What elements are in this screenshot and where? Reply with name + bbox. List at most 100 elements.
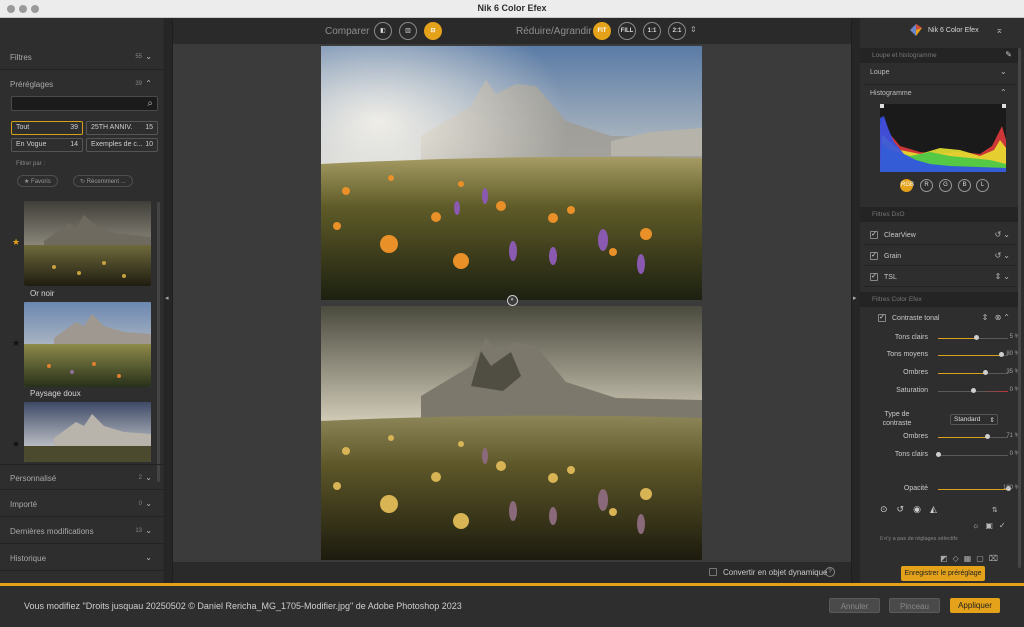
- control-point-icon[interactable]: ⊙: [880, 504, 897, 514]
- help-icon[interactable]: ?: [825, 567, 835, 577]
- zoom-1-1-button[interactable]: 1:1: [643, 22, 661, 40]
- star-outline-icon[interactable]: ★: [12, 439, 20, 450]
- lasso-icon[interactable]: ↺: [897, 504, 914, 514]
- chevron-down-icon[interactable]: ⌄: [145, 526, 152, 535]
- preset-thumbnail[interactable]: [24, 402, 151, 462]
- contrast-type-select[interactable]: Standard ⇕: [950, 414, 998, 425]
- zoom-fit-button[interactable]: FIT: [593, 22, 611, 40]
- preset-thumbnail[interactable]: [24, 201, 151, 286]
- slider-track[interactable]: [935, 452, 1008, 457]
- slider-track[interactable]: [938, 370, 1008, 375]
- hist-b-button[interactable]: B: [958, 179, 971, 192]
- slider-knob[interactable]: [970, 388, 976, 393]
- search-icon[interactable]: ⌕: [147, 98, 153, 109]
- add-icon[interactable]: ◇: [953, 554, 964, 563]
- hist-l-button[interactable]: L: [976, 179, 989, 192]
- chevron-down-icon[interactable]: ⌄: [145, 52, 152, 61]
- star-outline-icon[interactable]: ★: [12, 338, 20, 349]
- collapse-right-panel-button[interactable]: ▸: [851, 18, 860, 585]
- slider-row[interactable]: Ombres 35 %: [870, 369, 1020, 383]
- compare-top-bottom-icon[interactable]: ⊟: [424, 22, 442, 40]
- zoom-stepper-icon[interactable]: ⇕: [690, 25, 697, 34]
- preset-thumbnail[interactable]: [24, 302, 151, 387]
- chip-all[interactable]: Tout 39: [11, 121, 83, 135]
- dxo-filter-clearview[interactable]: ✓ ClearView ↺⌄: [864, 226, 1016, 245]
- zoom-2-1-button[interactable]: 2:1: [668, 22, 686, 40]
- chevron-left-icon[interactable]: ◂: [165, 294, 169, 302]
- slider-row[interactable]: Tons clairs 5 %: [870, 334, 1020, 348]
- chevron-down-icon[interactable]: ⌄: [1000, 67, 1007, 76]
- chevron-down-icon[interactable]: ⌄: [145, 473, 152, 482]
- dxo-filter-tsl[interactable]: ✓ TSL ⇕⌄: [864, 268, 1016, 287]
- slider-row[interactable]: Tons clairs 0 %: [870, 451, 1020, 465]
- slider-row[interactable]: Saturation 0 %: [870, 387, 1020, 401]
- section-custom[interactable]: Personnalisé 2 ⌄: [0, 464, 163, 490]
- filter-enable-checkbox[interactable]: ✓: [878, 314, 886, 322]
- pin-icon[interactable]: ✎: [1005, 50, 1012, 59]
- filter-enable-checkbox[interactable]: ✓: [870, 273, 878, 281]
- reset-chevron-icon[interactable]: ↺⌄: [995, 230, 1012, 239]
- cancel-button[interactable]: Annuler: [829, 598, 880, 613]
- compare-split-icon[interactable]: ◧: [374, 22, 392, 40]
- trash-icon[interactable]: ⌧: [989, 554, 1003, 563]
- slider-knob[interactable]: [998, 352, 1004, 357]
- tools-options-icon[interactable]: ⇅: [992, 506, 998, 514]
- slider-knob[interactable]: [935, 452, 941, 457]
- eye-icon[interactable]: ◉: [913, 504, 930, 514]
- image-canvas[interactable]: ◐: [173, 44, 851, 562]
- section-recent-edits[interactable]: Dernières modifications 13 ⌄: [0, 518, 163, 544]
- mask-icon[interactable]: ◭: [930, 504, 946, 514]
- chip-25th-anniv[interactable]: 25TH ANNIV. 15: [86, 121, 158, 135]
- opacity-row[interactable]: Opacité 100 %: [870, 485, 1020, 499]
- filter-enable-checkbox[interactable]: ✓: [870, 252, 878, 260]
- edit-icon[interactable]: ◩: [940, 554, 953, 563]
- slider-knob[interactable]: [974, 335, 979, 340]
- histogram-graph[interactable]: [880, 104, 1006, 172]
- filter-recent-button[interactable]: ↻ Récemment ...: [73, 175, 133, 187]
- folder-icon[interactable]: ▦: [964, 554, 977, 563]
- chip-en-vogue[interactable]: En Vogue 14: [11, 138, 83, 152]
- compare-divider-handle-icon[interactable]: ◐: [507, 295, 518, 306]
- collapse-up-icon[interactable]: ⌅: [995, 25, 1003, 36]
- section-history[interactable]: Historique ⌄: [0, 545, 163, 571]
- mask-view-icons[interactable]: ☼▣✓: [972, 521, 1012, 530]
- copy-icon[interactable]: ▢: [976, 554, 989, 563]
- slider-knob[interactable]: [985, 434, 991, 439]
- slider-track[interactable]: [938, 335, 1008, 340]
- dxo-filter-grain[interactable]: ✓ Grain ↺⌄: [864, 247, 1016, 266]
- slider-track[interactable]: [938, 388, 1008, 393]
- convert-smart-object-checkbox[interactable]: [709, 568, 717, 576]
- stepper-chevron-icon[interactable]: ⇕⌄: [995, 272, 1012, 281]
- chevron-up-icon[interactable]: ⌃: [145, 79, 152, 88]
- right-panel-scrollbar[interactable]: [1018, 48, 1021, 568]
- chevron-down-icon[interactable]: ⌄: [145, 499, 152, 508]
- chevron-up-icon[interactable]: ⌃: [1000, 88, 1007, 97]
- preset-list-scrollbar[interactable]: [157, 202, 160, 482]
- section-presets[interactable]: Préréglages 39 ⌃: [0, 71, 163, 97]
- section-imported[interactable]: Importé 0 ⌄: [0, 491, 163, 517]
- slider-track[interactable]: [938, 434, 1008, 439]
- hist-r-button[interactable]: R: [920, 179, 933, 192]
- reset-chevron-icon[interactable]: ↺⌄: [995, 251, 1012, 260]
- active-filter-contrast[interactable]: ✓ Contraste tonal ⇕ ⊗⌃: [864, 309, 1016, 328]
- save-preset-button[interactable]: Enregistrer le préréglage: [901, 566, 985, 581]
- zoom-fill-button[interactable]: FILL: [618, 22, 636, 40]
- preset-search-input[interactable]: ⌕: [11, 96, 158, 111]
- compare-side-by-side-icon[interactable]: ▥: [399, 22, 417, 40]
- filter-favorites-button[interactable]: ★ Favoris: [17, 175, 58, 187]
- chip-examples[interactable]: Exemples de c... 10: [86, 138, 158, 152]
- collapse-left-panel-button[interactable]: ◂: [164, 18, 173, 585]
- slider-row[interactable]: Ombres 71 %: [870, 433, 1020, 447]
- hist-rgb-button[interactable]: RGB: [900, 179, 914, 192]
- hist-g-button[interactable]: G: [939, 179, 952, 192]
- chevron-right-icon[interactable]: ▸: [853, 294, 857, 302]
- chevron-down-icon[interactable]: ⌄: [145, 553, 152, 562]
- section-filtres[interactable]: Filtres 55 ⌄: [0, 44, 163, 70]
- slider-track[interactable]: [938, 352, 1008, 357]
- slider-row[interactable]: Tons moyens 80 %: [870, 351, 1020, 365]
- star-filled-icon[interactable]: ★: [12, 237, 20, 248]
- filter-enable-checkbox[interactable]: ✓: [870, 231, 878, 239]
- brush-button[interactable]: Pinceau: [889, 598, 940, 613]
- filter-actions-icon[interactable]: ⇕ ⊗⌃: [982, 313, 1012, 322]
- slider-track[interactable]: [938, 486, 1011, 491]
